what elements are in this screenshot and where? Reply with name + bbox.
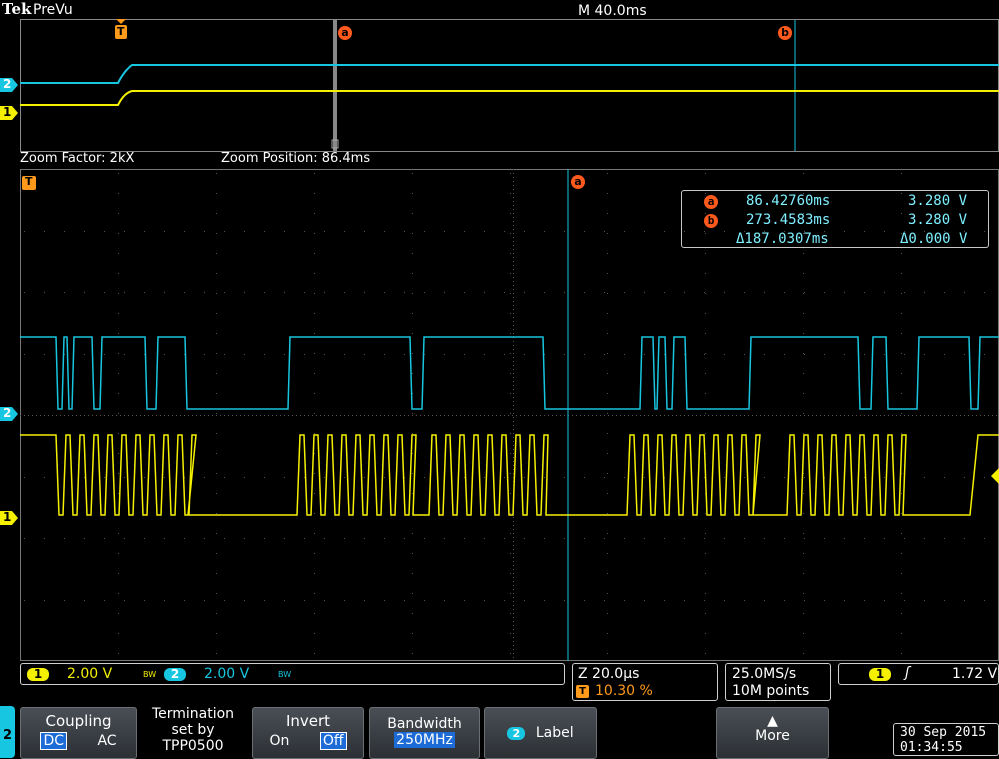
ch2-badge: 2 xyxy=(164,668,186,681)
main-ch2-marker[interactable]: 2 xyxy=(0,406,19,422)
main-ch1-marker[interactable]: 1 xyxy=(0,510,19,526)
readout-row-delta: Δ187.0307ms Δ0.000 V xyxy=(682,231,988,249)
label-button[interactable]: 2 Label xyxy=(484,707,597,759)
acquisition-box[interactable]: 25.0MS/s 10M points xyxy=(725,663,831,701)
brand-logo: Tek xyxy=(2,0,32,18)
coupling-ac-option[interactable]: AC xyxy=(97,733,116,749)
more-label: More xyxy=(755,728,790,744)
zoom-scale: Z 20.0µs xyxy=(578,666,640,682)
invert-label: Invert xyxy=(285,712,331,730)
record-length: 10M points xyxy=(732,683,810,699)
zoom-factor-label: Zoom Factor: 2kX xyxy=(20,151,135,166)
invert-on-option[interactable]: On xyxy=(269,733,289,749)
top-header: Tek PreVu M 40.0ms xyxy=(0,0,999,19)
trigger-source-badge: 1 xyxy=(869,668,891,681)
time: 01:34:55 xyxy=(900,740,963,755)
termination-line3: TPP0500 xyxy=(162,738,224,754)
date-time-box: 30 Sep 2015 01:34:55 xyxy=(893,723,999,756)
overview-cursor-b-badge[interactable]: b xyxy=(778,26,792,40)
invert-button[interactable]: Invert On Off xyxy=(252,707,364,759)
trigger-level: 1.72 V xyxy=(952,666,998,682)
ch1-bw-limit: BW xyxy=(143,670,157,679)
trigger-position: 10.30 % xyxy=(595,683,653,699)
label-ch2-badge: 2 xyxy=(507,727,526,740)
overview-cursor-a-badge[interactable]: a xyxy=(338,26,352,40)
ch1-trigger-level-marker[interactable] xyxy=(989,468,999,484)
overview-ch2-trace xyxy=(20,64,999,84)
ch1-scale: 2.00 V xyxy=(67,666,113,682)
timebase-readout: M 40.0ms xyxy=(578,3,647,19)
channel-scale-box[interactable]: 1 2.00 V BW 2 2.00 V BW xyxy=(20,663,565,685)
trigger-position-icon: T xyxy=(576,685,589,698)
overview-ch2-marker[interactable]: 2 xyxy=(0,77,19,93)
overview-waveform-panel xyxy=(20,19,999,152)
readout-b-time: 273.4583ms xyxy=(746,212,831,228)
bandwidth-label: Bandwidth xyxy=(387,716,462,732)
readout-a-volt: 3.280 V xyxy=(908,193,968,209)
cursor-readout-box: a 86.42760ms 3.280 V b 273.4583ms 3.280 … xyxy=(681,190,989,248)
date: 30 Sep 2015 xyxy=(900,725,987,740)
readout-b-badge: b xyxy=(704,214,718,228)
channel-menu-tab[interactable]: 2 xyxy=(0,706,15,758)
readout-delta-volt: Δ0.000 V xyxy=(900,231,968,247)
ch2-bw-limit: BW xyxy=(278,670,292,679)
ch1-badge: 1 xyxy=(27,668,49,681)
trigger-settings-box[interactable]: 1 ʃ 1.72 V xyxy=(838,663,999,685)
zoom-position-label: Zoom Position: 86.4ms xyxy=(221,151,371,166)
more-button[interactable]: ▲ More xyxy=(716,707,829,759)
trigger-slope-rising-icon: ʃ xyxy=(905,665,910,681)
coupling-label: Coupling xyxy=(45,712,112,730)
sample-rate: 25.0MS/s xyxy=(732,666,797,682)
readout-a-time: 86.42760ms xyxy=(746,193,831,209)
readout-row-a: a 86.42760ms 3.280 V xyxy=(682,193,988,211)
zoom-window-indicator[interactable] xyxy=(333,20,337,151)
readout-row-b: b 273.4583ms 3.280 V xyxy=(682,212,988,230)
termination-info: Termination set by TPP0500 xyxy=(137,706,249,758)
overview-ch1-marker[interactable]: 1 xyxy=(0,105,19,121)
main-cursor-a-badge[interactable]: a xyxy=(571,175,585,189)
readout-b-volt: 3.280 V xyxy=(908,212,968,228)
coupling-dc-option[interactable]: DC xyxy=(40,732,67,750)
termination-line2: set by xyxy=(171,722,215,738)
ch2-scale: 2.00 V xyxy=(204,666,250,682)
label-text: Label xyxy=(535,725,574,741)
ch1-trace xyxy=(20,434,999,516)
termination-line1: Termination xyxy=(151,706,235,722)
bandwidth-value: 250MHz xyxy=(394,732,455,748)
overview-plot xyxy=(20,20,999,151)
overview-trigger-marker[interactable]: T xyxy=(114,19,128,41)
zoom-scale-box[interactable]: Z 20.0µs T 10.30 % xyxy=(572,663,718,701)
readout-delta-time: Δ187.0307ms xyxy=(736,231,829,247)
more-arrow-icon: ▲ xyxy=(767,713,778,729)
invert-off-option[interactable]: Off xyxy=(319,732,347,750)
overview-ch1-trace xyxy=(20,90,999,106)
acquisition-mode: PreVu xyxy=(33,2,73,18)
ch2-trace xyxy=(20,336,999,410)
bandwidth-button[interactable]: Bandwidth 250MHz xyxy=(369,707,480,759)
readout-a-badge: a xyxy=(704,195,718,209)
main-trigger-marker[interactable]: T xyxy=(22,175,36,190)
coupling-button[interactable]: Coupling DC AC xyxy=(20,707,137,759)
